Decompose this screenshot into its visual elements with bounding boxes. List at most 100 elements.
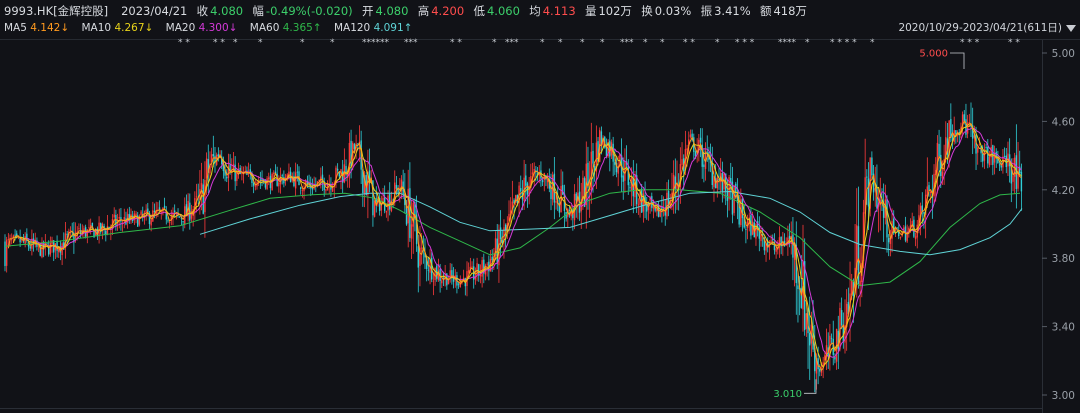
signal-marker: * [805, 38, 810, 48]
candle-body [666, 192, 668, 217]
candle-body [113, 214, 115, 218]
candle-body [520, 188, 522, 192]
candle-body [173, 210, 176, 213]
candle-body [417, 246, 419, 268]
candle-body [629, 187, 631, 189]
candle-body [805, 313, 808, 330]
candle-body [427, 269, 430, 271]
candle-body [830, 337, 833, 339]
candle-body [614, 162, 616, 165]
signal-marker: * [300, 38, 305, 48]
signal-marker: * [492, 38, 497, 48]
candle-body [562, 185, 564, 195]
candle-body [716, 177, 719, 189]
signal-marker: * * * [735, 38, 755, 48]
candle-body [46, 243, 48, 245]
candle-body [914, 236, 917, 240]
candle-body [7, 239, 10, 240]
candle-body [543, 173, 545, 180]
candle-body [217, 154, 220, 157]
candle-body [212, 154, 215, 157]
candle-body [204, 180, 206, 213]
candle-body [205, 158, 208, 179]
candle-body [5, 239, 8, 266]
candle-body [541, 180, 544, 183]
candle-body [278, 182, 280, 187]
candle-body [1005, 155, 1007, 168]
y-tick-label: 4.20 [1052, 185, 1075, 197]
candle-body [792, 234, 794, 258]
signal-marker: * [580, 38, 585, 48]
candle-body [420, 247, 423, 249]
candle-body [105, 230, 107, 235]
candle-body [866, 176, 868, 178]
candle-body [150, 220, 152, 226]
candle-body [254, 185, 257, 187]
candle-body [373, 200, 376, 217]
candle-body [770, 240, 772, 243]
signal-marker: *** [505, 38, 519, 48]
candle-body [140, 211, 142, 215]
candles [4, 102, 1023, 393]
candle-body [646, 204, 648, 212]
candle-body [479, 274, 482, 277]
candle-body [395, 184, 398, 189]
signal-marker: * * [178, 38, 190, 48]
candle-body [622, 175, 624, 182]
candle-body [447, 279, 450, 285]
signal-marker: * * [213, 38, 225, 48]
y-tick-label: 3.00 [1052, 390, 1075, 402]
candle-body [432, 280, 435, 282]
candle-body [871, 157, 873, 176]
candle-body [788, 235, 791, 239]
candle-body [336, 168, 339, 171]
candle-body [66, 233, 68, 235]
candle-body [195, 196, 198, 198]
signal-marker: * * * [960, 38, 980, 48]
candle-body [592, 150, 594, 164]
candle-body [167, 220, 169, 222]
candle-body [49, 242, 52, 255]
candle-body [4, 241, 6, 267]
signal-marker: * * [450, 38, 462, 48]
candle-body [106, 225, 109, 235]
candle-body [481, 260, 483, 277]
candle-body [434, 267, 436, 281]
candle-body [887, 238, 890, 243]
candle-body [385, 211, 388, 213]
y-tick-label: 3.40 [1052, 322, 1075, 334]
max-price-label: 5.000 [919, 49, 948, 60]
y-tick-label: 3.80 [1052, 253, 1075, 265]
candle-body [988, 156, 991, 166]
candle-body [741, 198, 744, 219]
candle-body [202, 184, 204, 214]
candle-body [797, 285, 799, 289]
candle-body [441, 280, 443, 284]
candle-body [637, 204, 640, 206]
candle-body [745, 229, 747, 230]
candle-body [182, 221, 184, 223]
candle-body [686, 148, 688, 151]
candle-body [88, 227, 90, 228]
signal-marker: *** [620, 38, 634, 48]
candle-body [809, 332, 811, 346]
candle-body [867, 178, 870, 207]
signal-marker: * [558, 38, 563, 48]
candle-body [325, 189, 327, 191]
max-leader-line [950, 52, 965, 69]
candle-body [301, 189, 304, 191]
candlestick-chart[interactable]: * * * * * * * * ****** *** * * * *** * * * * *** * * * * * *… [0, 0, 1080, 413]
signal-marker: * [643, 38, 648, 48]
candle-body [190, 214, 193, 219]
signal-marker: **** [778, 38, 797, 48]
candle-body [968, 122, 971, 123]
signal-marker: * * * * [830, 38, 857, 48]
candle-body [689, 134, 692, 138]
candle-body [1003, 156, 1006, 157]
candle-body [29, 246, 31, 249]
signal-marker: ****** [362, 38, 390, 48]
price-axis: 5.00 4.60 4.20 3.80 3.40 3.00 [1042, 48, 1075, 402]
candle-body [200, 183, 203, 190]
candle-body [69, 230, 72, 232]
signal-marker: * [600, 38, 605, 48]
